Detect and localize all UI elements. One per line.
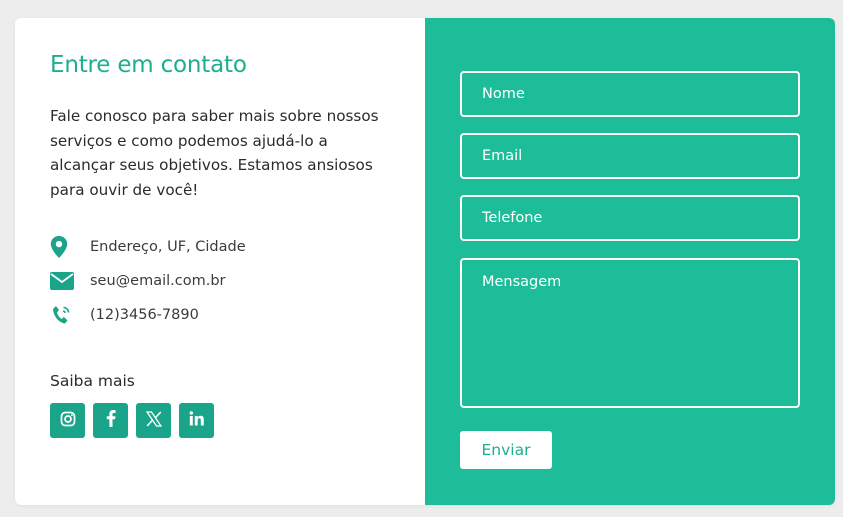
- contact-description: Fale conosco para saber mais sobre nosso…: [50, 107, 379, 199]
- phone-text[interactable]: (12)3456-7890: [90, 307, 199, 323]
- contact-info-panel: Entre em contato Fale conosco para saber…: [15, 18, 425, 505]
- map-pin-icon: [50, 235, 78, 259]
- linkedin-icon: [189, 411, 204, 430]
- contact-card: Entre em contato Fale conosco para saber…: [15, 18, 835, 505]
- page-title: Entre em contato: [50, 52, 247, 78]
- phone-row: (12)3456-7890: [50, 302, 199, 328]
- phone-icon: [50, 303, 78, 327]
- address-text: Endereço, UF, Cidade: [90, 239, 246, 255]
- social-links: [50, 403, 214, 438]
- social-heading: Saiba mais: [50, 372, 135, 390]
- facebook-icon: [106, 410, 116, 431]
- x-icon: [145, 410, 162, 431]
- name-field[interactable]: [460, 71, 800, 117]
- address-row: Endereço, UF, Cidade: [50, 234, 246, 260]
- send-button[interactable]: Enviar: [460, 431, 552, 469]
- phone-field[interactable]: [460, 195, 800, 241]
- instagram-button[interactable]: [50, 403, 85, 438]
- facebook-button[interactable]: [93, 403, 128, 438]
- linkedin-button[interactable]: [179, 403, 214, 438]
- contact-form-panel: Enviar: [425, 18, 835, 505]
- x-button[interactable]: [136, 403, 171, 438]
- message-field[interactable]: [460, 258, 800, 408]
- email-row: seu@email.com.br: [50, 268, 226, 294]
- instagram-icon: [60, 411, 76, 431]
- email-field[interactable]: [460, 133, 800, 179]
- email-text[interactable]: seu@email.com.br: [90, 273, 226, 289]
- envelope-icon: [50, 269, 78, 293]
